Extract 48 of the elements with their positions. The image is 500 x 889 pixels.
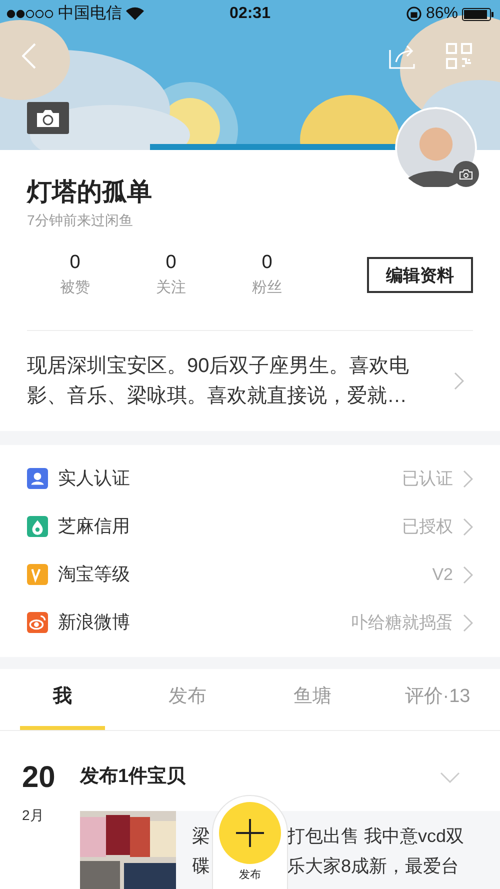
verification-status: V2: [432, 564, 453, 586]
verification-status: 已认证: [402, 468, 453, 490]
verification-status: 已授权: [402, 516, 453, 538]
verification-label: 新浪微博: [58, 611, 130, 634]
verification-row[interactable]: 新浪微博 卟给糖就捣蛋: [27, 598, 473, 646]
expand-icon: [440, 772, 460, 783]
battery-percent: 86%: [426, 4, 458, 24]
chevron-icon: [463, 470, 473, 488]
stat-label: 被赞: [60, 278, 90, 298]
chevron-icon: [454, 372, 464, 390]
carrier-name: 中国电信: [58, 4, 122, 24]
last-seen: 7分钟前来过闲鱼: [27, 211, 134, 230]
post-text: 碟: [192, 854, 210, 878]
verification-row[interactable]: 实人认证 已认证: [27, 454, 473, 502]
post-text: 打包出售 我中意vcd双: [287, 824, 464, 848]
stat-label: 粉丝: [252, 278, 282, 298]
plus-icon: [236, 819, 264, 847]
verification-label: 实人认证: [58, 467, 130, 490]
edit-profile-button[interactable]: 编辑资料: [367, 257, 473, 294]
post-day: 20: [22, 760, 80, 794]
publish-label: 发布: [239, 868, 261, 883]
stat-value: 0: [166, 251, 176, 275]
verification-row[interactable]: 淘宝等级 V2: [27, 550, 473, 598]
change-cover-button[interactable]: [27, 102, 69, 134]
rotation-lock-icon: [406, 6, 422, 22]
verification-label: 淘宝等级: [58, 563, 130, 586]
stat-label: 关注: [156, 278, 186, 298]
stat-value: 0: [262, 251, 272, 275]
wifi-icon: [126, 7, 144, 21]
publish-button[interactable]: [219, 802, 281, 864]
chevron-icon: [463, 518, 473, 536]
post-title: 发布1件宝贝: [80, 764, 186, 790]
verification-label: 芝麻信用: [58, 515, 130, 538]
post-month: 2月: [22, 806, 45, 824]
bio-text: 现居深圳宝安区。90后双子座男生。喜欢电影、音乐、梁咏琪。喜欢就直接说，爱就…: [27, 354, 410, 408]
chevron-icon: [463, 614, 473, 632]
publish-tab[interactable]: 发布: [212, 795, 288, 889]
clock: 02:31: [230, 4, 270, 24]
signal-icon: [6, 9, 54, 19]
verification-status: 卟给糖就捣蛋: [351, 612, 453, 634]
post-text: 梁: [192, 824, 210, 848]
camera-icon: [35, 108, 61, 128]
user-name: 灯塔的孤单: [27, 177, 153, 208]
chevron-icon: [463, 566, 473, 584]
post-text: 乐大家8成新，最爱台: [287, 854, 460, 878]
verification-row[interactable]: 芝麻信用 已授权: [27, 502, 473, 550]
stat-value: 0: [70, 251, 80, 275]
battery-icon: [462, 8, 494, 20]
